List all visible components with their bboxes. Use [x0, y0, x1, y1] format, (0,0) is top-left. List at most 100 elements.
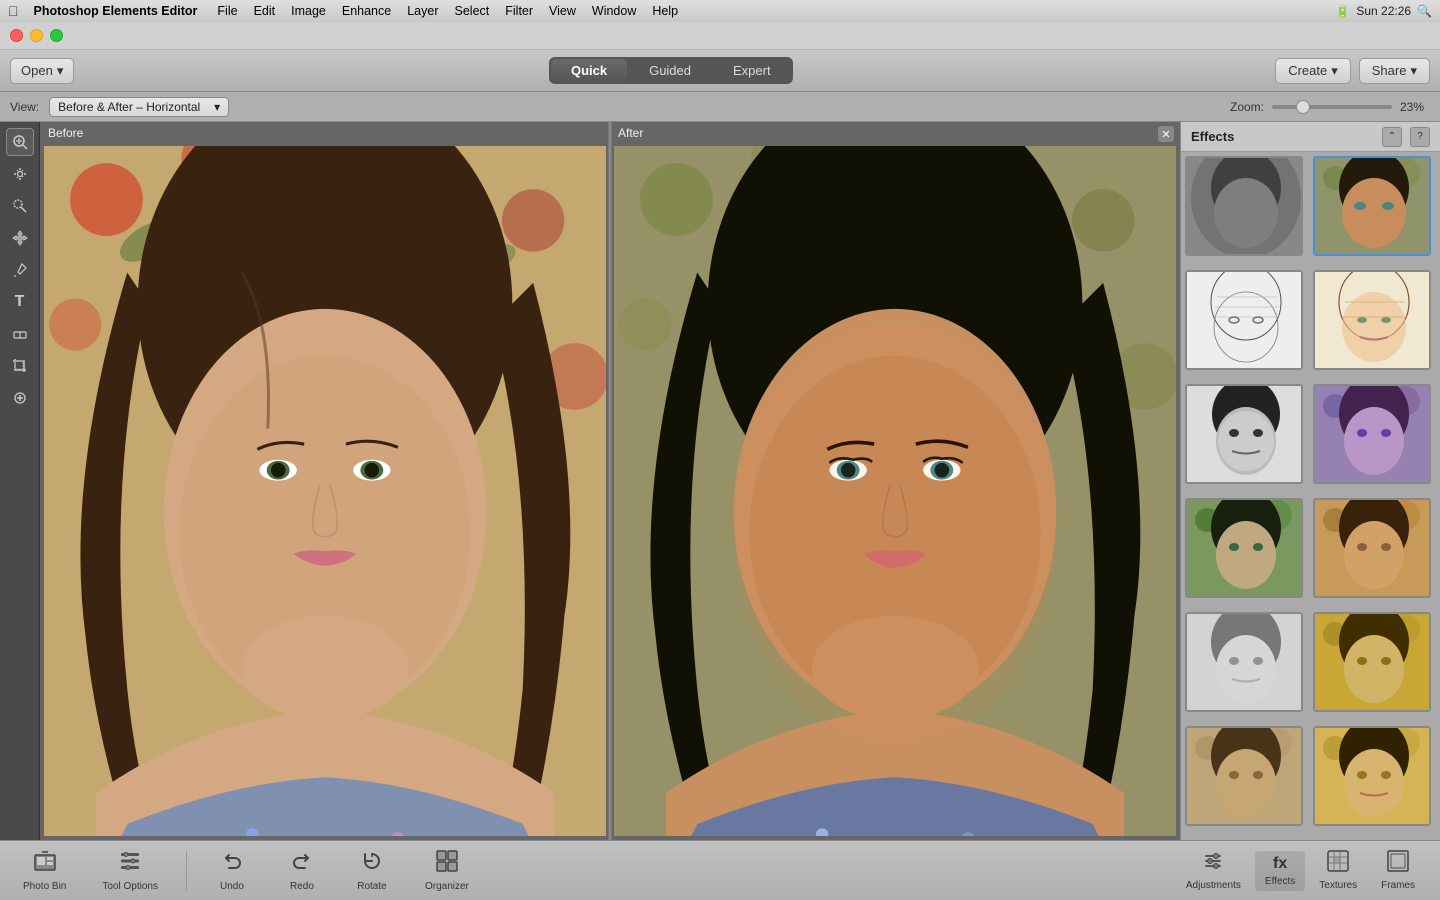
before-image [44, 146, 606, 836]
frames-icon [1387, 850, 1409, 877]
brush-tool[interactable] [6, 256, 34, 284]
organizer-icon [436, 850, 458, 878]
share-button[interactable]: Share ▾ [1359, 58, 1430, 84]
photo-bin-icon [34, 850, 56, 878]
effect-thumb-purple[interactable] [1313, 384, 1431, 484]
create-label: Create [1288, 63, 1327, 78]
undo-button[interactable]: Undo [207, 846, 257, 896]
menu-item-filter[interactable]: Filter [498, 0, 540, 22]
adjustments-label: Adjustments [1186, 880, 1241, 891]
view-dropdown-value: Before & After – Horizontal [58, 100, 200, 114]
open-chevron-icon: ▾ [57, 63, 64, 79]
frames-label: Frames [1381, 880, 1415, 891]
close-button[interactable] [10, 29, 23, 42]
zoom-percentage: 23% [1400, 100, 1430, 114]
effects-expand-button[interactable]: ⌃ [1382, 127, 1402, 147]
effect-thumb-golden2[interactable] [1313, 726, 1431, 826]
eraser-tool[interactable] [6, 320, 34, 348]
search-icon[interactable]: 🔍 [1417, 4, 1432, 18]
after-panel: After [610, 122, 1180, 840]
bottom-divider-1 [186, 851, 187, 891]
organizer-label: Organizer [425, 881, 469, 892]
effects-grid [1181, 152, 1440, 840]
heal-tool[interactable] [6, 384, 34, 412]
menu-item-app[interactable]: Photoshop Elements Editor [27, 0, 205, 22]
move-tool[interactable] [6, 224, 34, 252]
rotate-label: Rotate [357, 881, 386, 892]
effects-header: Effects ⌃ ? [1181, 122, 1440, 152]
photo-bin-button[interactable]: Photo Bin [15, 846, 74, 896]
canvas-close-button[interactable]: ✕ [1158, 126, 1174, 142]
menu-item-window[interactable]: Window [585, 0, 643, 22]
effect-thumb-colorpencil[interactable] [1313, 270, 1431, 370]
effect-thumb-pencil[interactable] [1185, 270, 1303, 370]
effect-thumb-color[interactable] [1313, 156, 1431, 256]
time-display: Sun 22:26 [1356, 4, 1411, 18]
effects-label: Effects [1265, 876, 1295, 887]
view-dropdown-chevron-icon: ▾ [214, 100, 220, 114]
canvas-divider [609, 122, 612, 840]
redo-label: Redo [290, 881, 314, 892]
menu-item-view[interactable]: View [542, 0, 583, 22]
tab-quick[interactable]: Quick [551, 59, 627, 82]
redo-button[interactable]: Redo [277, 846, 327, 896]
menu-item-file[interactable]: File [210, 0, 244, 22]
effect-thumb-golden[interactable] [1313, 612, 1431, 712]
battery-icon: 🔋 [1335, 4, 1350, 18]
adjustments-icon [1202, 850, 1224, 877]
textures-icon [1327, 850, 1349, 877]
effect-thumb-fadedbw[interactable] [1185, 612, 1303, 712]
effect-thumb-green[interactable] [1185, 498, 1303, 598]
create-button[interactable]: Create ▾ [1275, 58, 1351, 84]
frames-button[interactable]: Frames [1371, 846, 1425, 895]
zoom-slider[interactable] [1272, 105, 1392, 109]
tab-expert[interactable]: Expert [713, 59, 791, 82]
rotate-button[interactable]: Rotate [347, 846, 397, 896]
effects-help-button[interactable]: ? [1410, 127, 1430, 147]
minimize-button[interactable] [30, 29, 43, 42]
tool-options-button[interactable]: Tool Options [94, 846, 166, 896]
crop-tool[interactable] [6, 352, 34, 380]
effect-thumb-warm[interactable] [1313, 498, 1431, 598]
tool-options-label: Tool Options [102, 881, 158, 892]
apple-logo:  [8, 3, 19, 19]
adjustments-button[interactable]: Adjustments [1176, 846, 1251, 895]
canvas-area: ✕ Before [40, 122, 1180, 840]
after-label: After [610, 122, 1180, 144]
view-bar: View: Before & After – Horizontal ▾ Zoom… [0, 92, 1440, 122]
effects-button[interactable]: fx Effects [1255, 851, 1305, 891]
open-button[interactable]: Open ▾ [10, 58, 74, 84]
zoom-section: Zoom: 23% [1230, 100, 1430, 114]
menu-item-layer[interactable]: Layer [400, 0, 445, 22]
tab-guided[interactable]: Guided [629, 59, 711, 82]
menu-item-select[interactable]: Select [448, 0, 497, 22]
text-tool[interactable]: T [6, 288, 34, 316]
share-label: Share [1372, 63, 1407, 78]
effect-thumb-sepia[interactable] [1185, 726, 1303, 826]
before-panel: Before [40, 122, 610, 840]
tool-options-icon [119, 850, 141, 878]
bottom-bar: Photo Bin Tool Options Undo [0, 840, 1440, 900]
effects-fx-icon: fx [1273, 855, 1287, 873]
menu-item-help[interactable]: Help [645, 0, 685, 22]
undo-icon [221, 850, 243, 878]
effect-thumb-darksketch[interactable] [1185, 384, 1303, 484]
tools-panel: T [0, 122, 40, 840]
textures-button[interactable]: Textures [1309, 846, 1367, 895]
open-label: Open [21, 63, 53, 78]
zoom-tool[interactable] [6, 128, 34, 156]
organizer-button[interactable]: Organizer [417, 846, 477, 896]
menu-item-enhance[interactable]: Enhance [335, 0, 398, 22]
selection-tool[interactable] [6, 192, 34, 220]
pan-tool[interactable] [6, 160, 34, 188]
view-dropdown[interactable]: Before & After – Horizontal ▾ [49, 97, 229, 117]
menu-item-edit[interactable]: Edit [247, 0, 283, 22]
effects-controls: ⌃ ? [1382, 127, 1430, 147]
menu-item-image[interactable]: Image [284, 0, 333, 22]
maximize-button[interactable] [50, 29, 63, 42]
bottom-right-tools: Adjustments fx Effects Textures [1176, 846, 1425, 895]
effect-thumb-bw[interactable] [1185, 156, 1303, 256]
effects-panel: Effects ⌃ ? [1180, 122, 1440, 840]
before-label: Before [40, 122, 610, 144]
main-area: T ✕ Before [0, 122, 1440, 840]
